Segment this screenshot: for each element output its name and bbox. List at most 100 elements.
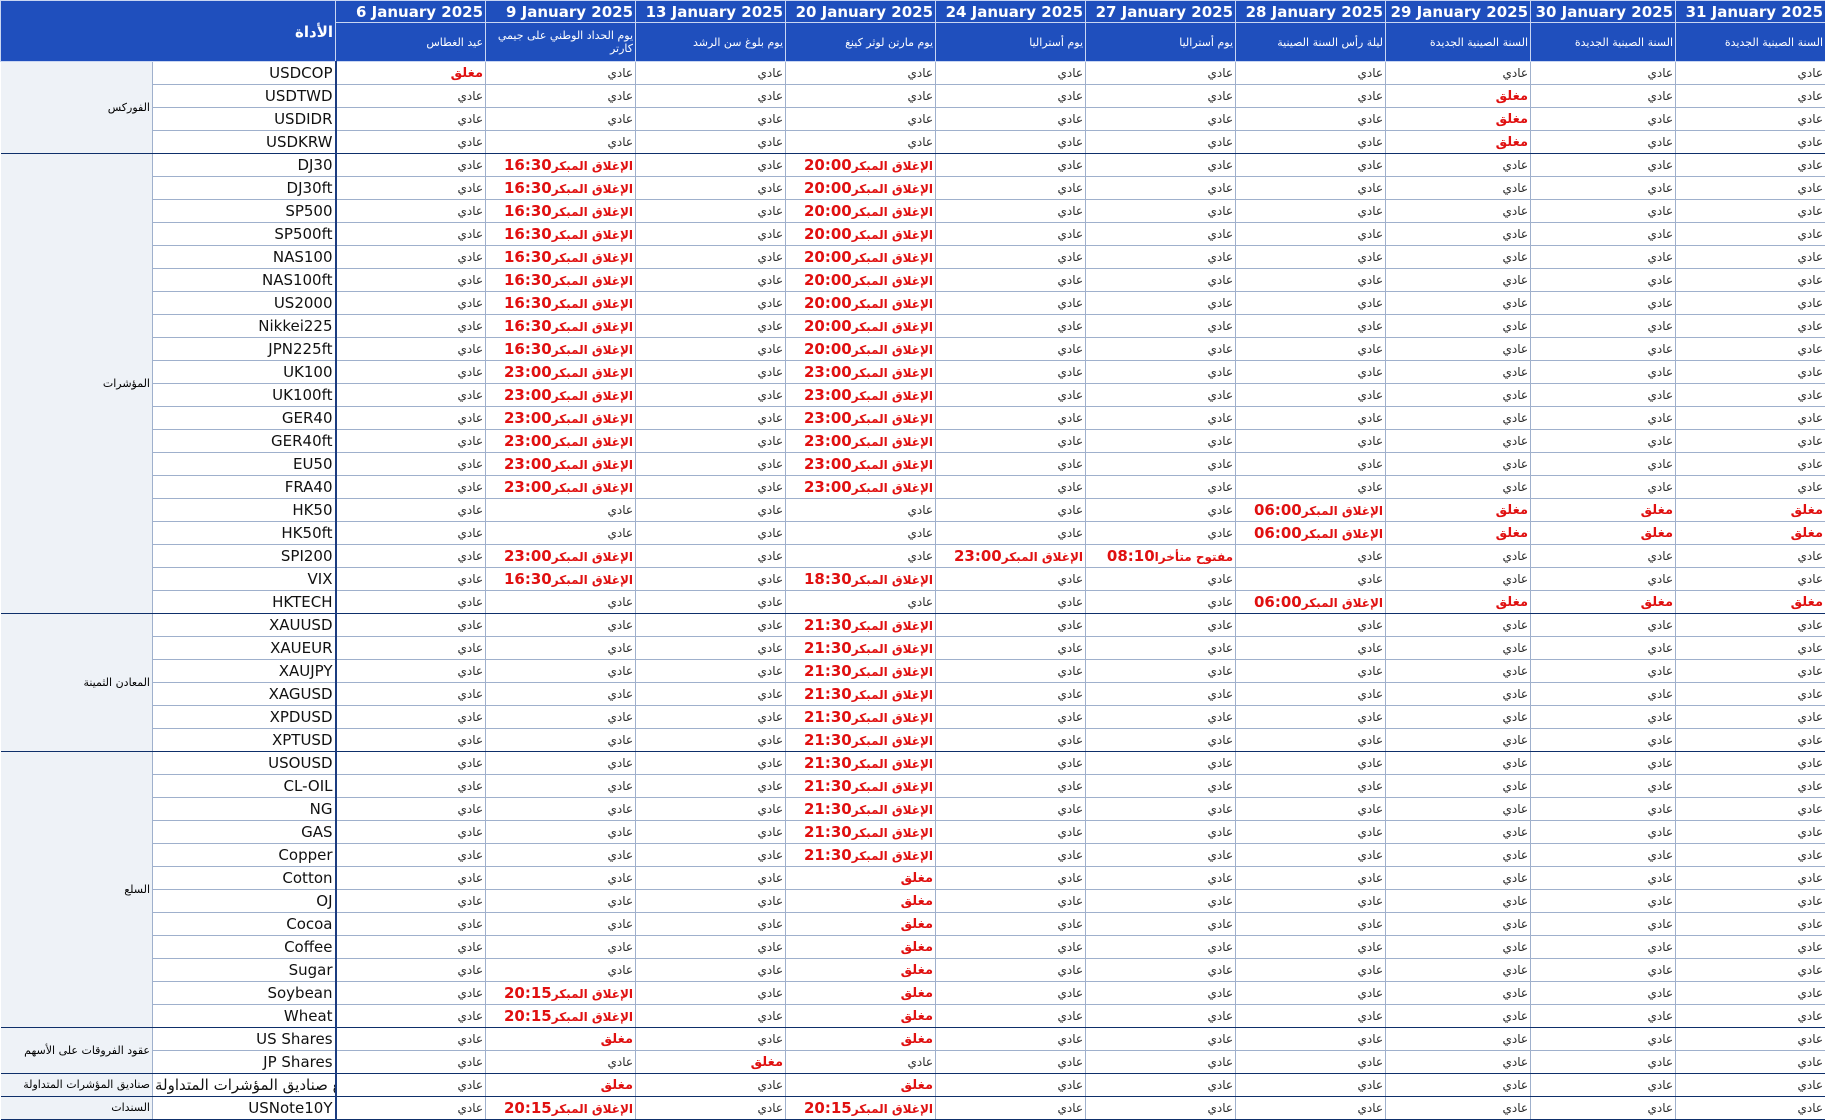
status-normal: عادي xyxy=(936,844,1086,867)
status-label: الإغلاق المبكر xyxy=(852,849,933,863)
status-normal: عادي xyxy=(336,1074,486,1097)
status-early-close: الإغلاق المبكر23:00 xyxy=(786,453,936,476)
status-label: الإغلاق المبكر xyxy=(852,228,933,242)
status-early-close: الإغلاق المبكر16:30 xyxy=(486,568,636,591)
status-normal: عادي xyxy=(1531,269,1676,292)
status-normal: عادي xyxy=(1236,913,1386,936)
instrument-cell: Sugar xyxy=(153,959,336,982)
status-normal: عادي xyxy=(636,614,786,637)
status-label: الإغلاق المبكر xyxy=(552,182,633,196)
status-time: 08:10 xyxy=(1107,547,1155,565)
status-normal: عادي xyxy=(936,591,1086,614)
status-normal: عادي xyxy=(1531,246,1676,269)
status-early-close: الإغلاق المبكر23:00 xyxy=(486,476,636,499)
status-normal: عادي xyxy=(936,85,1086,108)
status-early-close: الإغلاق المبكر16:30 xyxy=(486,246,636,269)
status-normal: عادي xyxy=(1086,683,1236,706)
status-closed: مغلق xyxy=(786,959,936,982)
status-normal: عادي xyxy=(1386,62,1531,85)
status-normal: عادي xyxy=(936,706,1086,729)
status-normal: عادي xyxy=(486,798,636,821)
status-normal: عادي xyxy=(1386,683,1531,706)
status-normal: عادي xyxy=(1676,775,1825,798)
date-header: 28 January 2025 xyxy=(1236,1,1386,23)
table-row: CL-OILعاديعاديعاديالإغلاق المبكر21:30عاد… xyxy=(1,775,1825,798)
status-early-close: الإغلاق المبكر21:30 xyxy=(786,798,936,821)
status-normal: عادي xyxy=(1386,844,1531,867)
status-normal: عادي xyxy=(636,568,786,591)
status-label: الإغلاق المبكر xyxy=(852,711,933,725)
status-normal: عادي xyxy=(936,430,1086,453)
status-normal: عادي xyxy=(486,614,636,637)
status-normal: عادي xyxy=(1531,1097,1676,1120)
status-closed: مغلق xyxy=(786,1005,936,1028)
status-normal: عادي xyxy=(936,1028,1086,1051)
status-normal: عادي xyxy=(936,154,1086,177)
status-normal: عادي xyxy=(1386,775,1531,798)
status-normal: عادي xyxy=(1086,384,1236,407)
instrument-cell: Nikkei225 xyxy=(153,315,336,338)
status-label: الإغلاق المبكر xyxy=(552,297,633,311)
instrument-cell: DJ30 xyxy=(153,154,336,177)
status-normal: عادي xyxy=(1236,62,1386,85)
status-normal: عادي xyxy=(1086,292,1236,315)
status-normal: عادي xyxy=(1676,200,1825,223)
status-time: 18:30 xyxy=(804,570,852,588)
table-row: HKTECHعاديعاديعاديعاديعاديعاديالإغلاق ال… xyxy=(1,591,1825,614)
status-normal: عادي xyxy=(1236,246,1386,269)
table-row: SPI200عاديالإغلاق المبكر23:00عاديعاديالإ… xyxy=(1,545,1825,568)
status-normal: عادي xyxy=(1676,361,1825,384)
status-normal: عادي xyxy=(336,821,486,844)
status-closed: مغلق xyxy=(786,1074,936,1097)
status-normal: عادي xyxy=(1086,453,1236,476)
status-normal: عادي xyxy=(336,867,486,890)
status-normal: عادي xyxy=(1386,200,1531,223)
holiday-name: يوم أستراليا xyxy=(1086,23,1236,62)
status-normal: عادي xyxy=(636,453,786,476)
status-normal: عادي xyxy=(1531,315,1676,338)
status-normal: عادي xyxy=(1236,338,1386,361)
instrument-cell: SP500 xyxy=(153,200,336,223)
status-normal: عادي xyxy=(936,913,1086,936)
status-time: 21:30 xyxy=(804,777,852,795)
status-normal: عادي xyxy=(636,384,786,407)
status-normal: عادي xyxy=(1531,706,1676,729)
status-normal: عادي xyxy=(936,1051,1086,1074)
status-normal: عادي xyxy=(1386,1005,1531,1028)
status-normal: عادي xyxy=(936,499,1086,522)
status-normal: عادي xyxy=(1676,407,1825,430)
status-normal: عادي xyxy=(1086,499,1236,522)
date-header: 6 January 2025 xyxy=(336,1,486,23)
status-normal: عادي xyxy=(1531,660,1676,683)
status-time: 06:00 xyxy=(1254,501,1302,519)
status-normal: عادي xyxy=(1086,568,1236,591)
status-normal: عادي xyxy=(636,200,786,223)
status-normal: عادي xyxy=(936,752,1086,775)
status-early-close: الإغلاق المبكر20:00 xyxy=(786,292,936,315)
status-normal: عادي xyxy=(486,591,636,614)
instrument-cell: XPDUSD xyxy=(153,706,336,729)
status-normal: عادي xyxy=(1236,982,1386,1005)
status-normal: عادي xyxy=(936,223,1086,246)
status-normal: عادي xyxy=(486,913,636,936)
status-normal: عادي xyxy=(636,476,786,499)
status-normal: عادي xyxy=(336,959,486,982)
status-early-close: الإغلاق المبكر21:30 xyxy=(786,752,936,775)
status-normal: عادي xyxy=(1676,177,1825,200)
status-normal: عادي xyxy=(1236,269,1386,292)
status-normal: عادي xyxy=(1531,844,1676,867)
status-normal: عادي xyxy=(1086,798,1236,821)
status-normal: عادي xyxy=(1531,798,1676,821)
status-normal: عادي xyxy=(786,499,936,522)
status-time: 23:00 xyxy=(804,386,852,404)
table-row: EU50عاديالإغلاق المبكر23:00عاديالإغلاق ا… xyxy=(1,453,1825,476)
status-normal: عادي xyxy=(1676,729,1825,752)
status-time: 16:30 xyxy=(504,294,552,312)
status-normal: عادي xyxy=(1386,867,1531,890)
status-label: الإغلاق المبكر xyxy=(852,803,933,817)
status-time: 16:30 xyxy=(504,156,552,174)
status-time: 23:00 xyxy=(504,386,552,404)
status-normal: عادي xyxy=(1086,729,1236,752)
status-normal: عادي xyxy=(1676,614,1825,637)
status-normal: عادي xyxy=(1236,729,1386,752)
